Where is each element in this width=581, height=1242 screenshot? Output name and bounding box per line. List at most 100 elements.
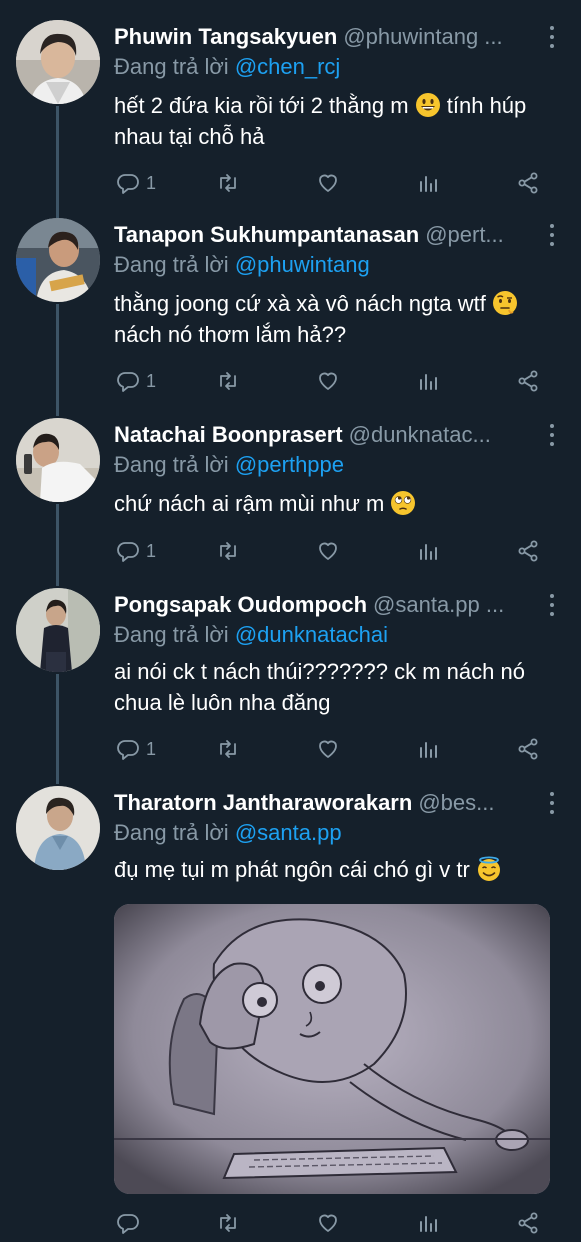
avatar[interactable] <box>16 20 100 104</box>
reply-count: 1 <box>146 738 157 759</box>
retweet-button[interactable] <box>216 168 240 198</box>
avatar[interactable] <box>16 786 100 870</box>
more-options-icon[interactable] <box>547 26 557 48</box>
tweet-actions: 1 <box>114 168 554 198</box>
replying-to: Đang trả lời @santa.pp <box>114 818 342 848</box>
tweet-header: Phuwin Tangsakyuen @phuwintang ... <box>114 22 541 52</box>
user-handle[interactable]: @dunknatac... <box>349 422 491 447</box>
share-button[interactable] <box>516 1208 540 1238</box>
retweet-icon <box>220 372 236 390</box>
share-icon <box>518 172 538 194</box>
face-with-rolling-eyes-icon <box>390 490 416 516</box>
display-name[interactable]: Tharatorn Jantharaworakarn <box>114 790 412 815</box>
reply-button[interactable]: 1 <box>116 536 156 566</box>
analytics-button[interactable] <box>416 734 440 764</box>
retweet-icon <box>220 174 236 192</box>
replying-to: Đang trả lời @dunknatachai <box>114 620 388 650</box>
replying-to-label: Đang trả lời <box>114 820 229 845</box>
reply-count: 1 <box>146 172 157 193</box>
analytics-button[interactable] <box>416 366 440 396</box>
tweet-header: Tharatorn Jantharaworakarn @bes... <box>114 788 541 818</box>
more-options-icon[interactable] <box>547 594 557 616</box>
share-icon <box>518 540 538 562</box>
more-options-icon[interactable] <box>547 424 557 446</box>
tweet-actions: 1 <box>114 366 554 396</box>
replying-to-handle[interactable]: @perthppe <box>235 452 344 477</box>
retweet-icon <box>220 740 236 758</box>
reply-button[interactable] <box>116 1208 146 1238</box>
replying-to-label: Đang trả lời <box>114 452 229 477</box>
replying-to-handle[interactable]: @phuwintang <box>235 252 370 277</box>
analytics-icon <box>420 176 437 192</box>
heart-icon <box>319 174 337 192</box>
tweet[interactable]: Phuwin Tangsakyuen @phuwintang ... Đang t… <box>0 20 581 220</box>
share-button[interactable] <box>516 734 540 764</box>
share-button[interactable] <box>516 366 540 396</box>
tweet[interactable]: Natachai Boonprasert @dunknatac... Đang t… <box>0 418 581 588</box>
like-button[interactable] <box>316 536 340 566</box>
share-button[interactable] <box>516 536 540 566</box>
reply-button[interactable]: 1 <box>116 366 156 396</box>
tweet-text: chứ nách ai rậm mùi như m <box>114 488 553 519</box>
heart-icon <box>319 372 337 390</box>
analytics-button[interactable] <box>416 168 440 198</box>
retweet-button[interactable] <box>216 536 240 566</box>
replying-to-handle[interactable]: @chen_rcj <box>235 54 341 79</box>
like-button[interactable] <box>316 366 340 396</box>
analytics-icon <box>420 1216 437 1232</box>
retweet-button[interactable] <box>216 366 240 396</box>
tweet-actions <box>114 1208 554 1238</box>
retweet-button[interactable] <box>216 1208 240 1238</box>
tweet[interactable]: Pongsapak Oudompoch @santa.pp ... Đang tr… <box>0 588 581 788</box>
tweet-text: thằng joong cứ xà xà vô nách ngta wtf ná… <box>114 288 553 350</box>
share-button[interactable] <box>516 168 540 198</box>
more-options-icon[interactable] <box>547 792 557 814</box>
user-handle[interactable]: @bes... <box>418 790 494 815</box>
tweet[interactable]: Tharatorn Jantharaworakarn @bes... Đang t… <box>0 786 581 1242</box>
retweet-icon <box>220 542 236 560</box>
reply-icon <box>117 372 139 392</box>
retweet-button[interactable] <box>216 734 240 764</box>
user-handle[interactable]: @pert... <box>425 222 504 247</box>
smiling-face-with-halo-icon <box>476 856 502 882</box>
tweet-text: hết 2 đứa kia rồi tới 2 thằng m tính húp… <box>114 90 553 152</box>
tweet-actions: 1 <box>114 734 554 764</box>
tweet-text: đụ mẹ tụi m phát ngôn cái chó gì v tr <box>114 854 553 885</box>
avatar[interactable] <box>16 218 100 302</box>
replying-to: Đang trả lời @perthppe <box>114 450 344 480</box>
tweet-text-part: ai nói ck t nách thúi??????? ck m nách n… <box>114 659 525 715</box>
retweet-icon <box>220 1214 236 1232</box>
display-name[interactable]: Phuwin Tangsakyuen <box>114 24 337 49</box>
share-icon <box>518 738 538 760</box>
tweet-header: Pongsapak Oudompoch @santa.pp ... <box>114 590 541 620</box>
analytics-button[interactable] <box>416 536 440 566</box>
tweet-text-part: đụ mẹ tụi m phát ngôn cái chó gì v tr <box>114 857 470 882</box>
tweet[interactable]: Tanapon Sukhumpantanasan @pert... Đang tr… <box>0 218 581 418</box>
like-button[interactable] <box>316 168 340 198</box>
tweet-text-part: chứ nách ai rậm mùi như m <box>114 491 385 516</box>
heart-icon <box>319 1214 337 1232</box>
avatar[interactable] <box>16 588 100 672</box>
reply-icon <box>117 1214 139 1234</box>
display-name[interactable]: Tanapon Sukhumpantanasan <box>114 222 419 247</box>
tweet-text-part: hết 2 đứa kia rồi tới 2 thằng m <box>114 93 409 118</box>
tweet-media-image[interactable] <box>114 904 550 1194</box>
replying-to-label: Đang trả lời <box>114 54 229 79</box>
replying-to-handle[interactable]: @santa.pp <box>235 820 342 845</box>
replying-to: Đang trả lời @chen_rcj <box>114 52 340 82</box>
like-button[interactable] <box>316 734 340 764</box>
display-name[interactable]: Pongsapak Oudompoch <box>114 592 367 617</box>
user-handle[interactable]: @santa.pp ... <box>373 592 504 617</box>
analytics-button[interactable] <box>416 1208 440 1238</box>
display-name[interactable]: Natachai Boonprasert <box>114 422 343 447</box>
like-button[interactable] <box>316 1208 340 1238</box>
replying-to-handle[interactable]: @dunknatachai <box>235 622 388 647</box>
replying-to: Đang trả lời @phuwintang <box>114 250 370 280</box>
reply-button[interactable]: 1 <box>116 734 156 764</box>
reply-button[interactable]: 1 <box>116 168 156 198</box>
more-options-icon[interactable] <box>547 224 557 246</box>
user-handle[interactable]: @phuwintang ... <box>343 24 502 49</box>
analytics-icon <box>420 374 437 390</box>
avatar[interactable] <box>16 418 100 502</box>
reply-icon <box>117 740 139 760</box>
